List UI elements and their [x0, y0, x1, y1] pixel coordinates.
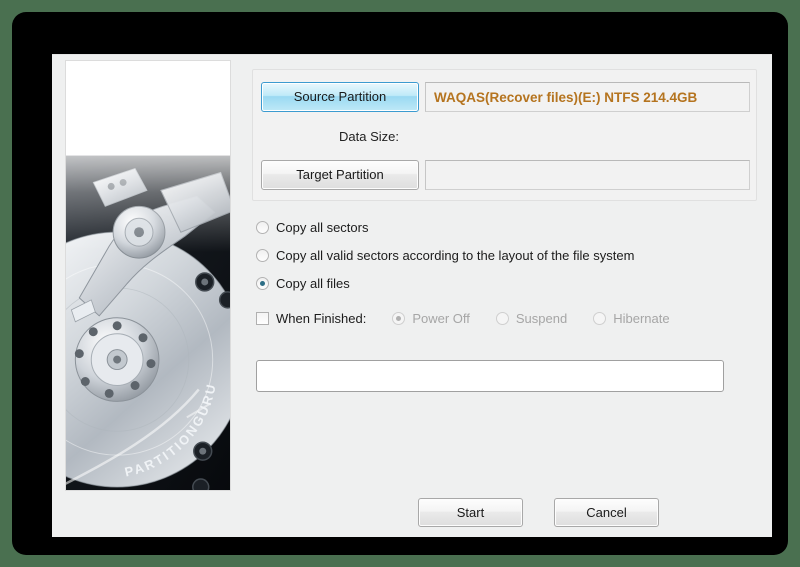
radio-label-hibernate: Hibernate	[613, 310, 670, 326]
partition-selection-group: Source Partition WAQAS(Recover files)(E:…	[252, 69, 757, 201]
window-frame: PARTITIONGURU Source Partition WAQAS(Rec…	[12, 12, 788, 555]
radio-icon-checked[interactable]	[256, 276, 269, 290]
radio-label-copy-all-files: Copy all files	[276, 275, 350, 291]
start-button[interactable]: Start	[418, 498, 523, 527]
clone-partition-dialog: PARTITIONGURU Source Partition WAQAS(Rec…	[52, 54, 772, 537]
radio-label-copy-all-sectors: Copy all sectors	[276, 219, 369, 235]
radio-copy-all-files[interactable]: Copy all files	[256, 269, 756, 297]
radio-copy-all-valid-sectors[interactable]: Copy all valid sectors according to the …	[256, 241, 756, 269]
radio-hibernate: Hibernate	[593, 310, 670, 326]
radio-icon-checked-disabled	[392, 311, 406, 325]
radio-icon-unchecked-disabled	[593, 311, 607, 325]
data-size-label: Data Size:	[339, 129, 399, 144]
source-partition-field[interactable]: WAQAS(Recover files)(E:) NTFS 214.4GB	[425, 82, 750, 112]
radio-label-suspend: Suspend	[515, 310, 568, 326]
radio-icon-unchecked[interactable]	[256, 220, 269, 234]
target-partition-field[interactable]	[425, 160, 750, 190]
radio-label-power-off: Power Off	[412, 310, 470, 326]
radio-label-copy-all-valid-sectors: Copy all valid sectors according to the …	[276, 247, 635, 263]
radio-icon-unchecked-disabled	[495, 311, 509, 325]
drive-illustration-panel: PARTITIONGURU	[65, 60, 231, 491]
when-finished-label: When Finished:	[276, 310, 367, 326]
source-partition-value: WAQAS(Recover files)(E:) NTFS 214.4GB	[434, 89, 698, 105]
when-finished-row: When Finished: Power Off Suspend Hiberna…	[256, 304, 756, 332]
radio-copy-all-sectors[interactable]: Copy all sectors	[256, 213, 756, 241]
when-finished-checkbox[interactable]	[256, 311, 269, 325]
hard-disk-drive-icon: PARTITIONGURU	[66, 61, 230, 490]
dialog-content: Source Partition WAQAS(Recover files)(E:…	[242, 55, 762, 538]
radio-power-off: Power Off	[392, 311, 470, 326]
target-partition-row: Target Partition	[261, 160, 750, 190]
radio-icon-unchecked[interactable]	[256, 248, 269, 262]
cancel-button[interactable]: Cancel	[554, 498, 659, 527]
radio-suspend: Suspend	[495, 310, 568, 326]
source-partition-row: Source Partition WAQAS(Recover files)(E:…	[261, 82, 750, 112]
progress-bar	[256, 360, 724, 392]
source-partition-button[interactable]: Source Partition	[261, 82, 419, 112]
copy-options-group: Copy all sectors Copy all valid sectors …	[256, 213, 756, 332]
target-partition-button[interactable]: Target Partition	[261, 160, 419, 190]
